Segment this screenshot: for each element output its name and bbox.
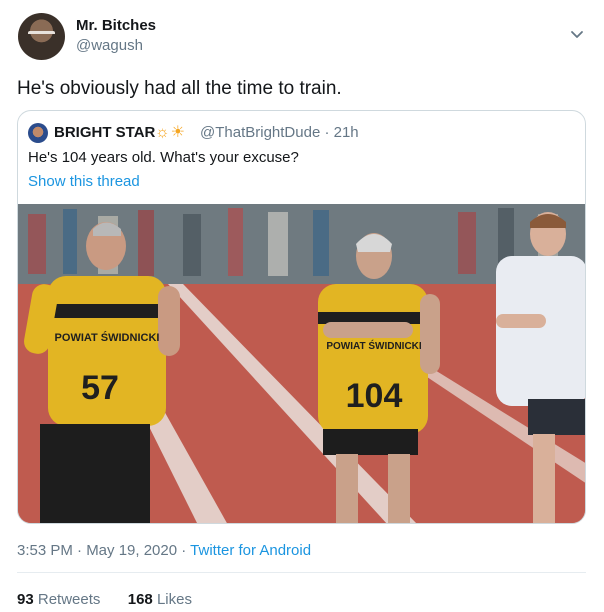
quoted-avatar[interactable] — [28, 123, 48, 143]
sun-emoji-icon: ☼☀ — [155, 124, 187, 141]
timestamp[interactable]: 3:53 PM · May 19, 2020 — [17, 542, 177, 559]
meta-separator: · — [177, 542, 191, 559]
runners-photo[interactable]: POWIAT ŚWIDNICKI 57 POWIAT ŚWIDNICKI 104 — [18, 204, 585, 523]
tweet-text: He's obviously had all the time to train… — [17, 78, 342, 99]
divider — [17, 572, 586, 573]
quoted-display-name[interactable]: BRIGHT STAR — [54, 124, 155, 141]
center-runner-bib: 104 — [346, 377, 403, 415]
source-link[interactable]: Twitter for Android — [190, 542, 311, 559]
chevron-down-icon[interactable] — [568, 26, 586, 44]
show-thread-link[interactable]: Show this thread — [28, 173, 140, 190]
handle[interactable]: @wagush — [76, 37, 143, 54]
quoted-text: He's 104 years old. What's your excuse? — [28, 149, 299, 166]
left-runner-bib: 57 — [81, 369, 119, 407]
center-runner-shirt-text: POWIAT ŚWIDNICKI — [326, 339, 422, 352]
avatar[interactable] — [18, 13, 65, 60]
engagement-stats: 93 Retweets 168 Likes — [17, 591, 192, 608]
tweet-meta: 3:53 PM · May 19, 2020 · Twitter for And… — [17, 542, 311, 559]
retweets-label[interactable]: Retweets — [38, 591, 101, 608]
runners-photo-illustration: POWIAT ŚWIDNICKI 57 POWIAT ŚWIDNICKI 104 — [18, 204, 585, 523]
likes-label[interactable]: Likes — [157, 591, 192, 608]
quoted-handle-time: @ThatBrightDude · 21h — [200, 124, 359, 141]
retweets-count[interactable]: 93 — [17, 591, 34, 608]
avatar-glasses — [28, 31, 55, 38]
likes-count[interactable]: 168 — [128, 591, 153, 608]
display-name[interactable]: Mr. Bitches — [76, 17, 156, 34]
quoted-tweet[interactable]: BRIGHT STAR ☼☀ @ThatBrightDude · 21h He'… — [17, 110, 586, 524]
left-runner-shirt-text: POWIAT ŚWIDNICKI — [55, 331, 160, 344]
